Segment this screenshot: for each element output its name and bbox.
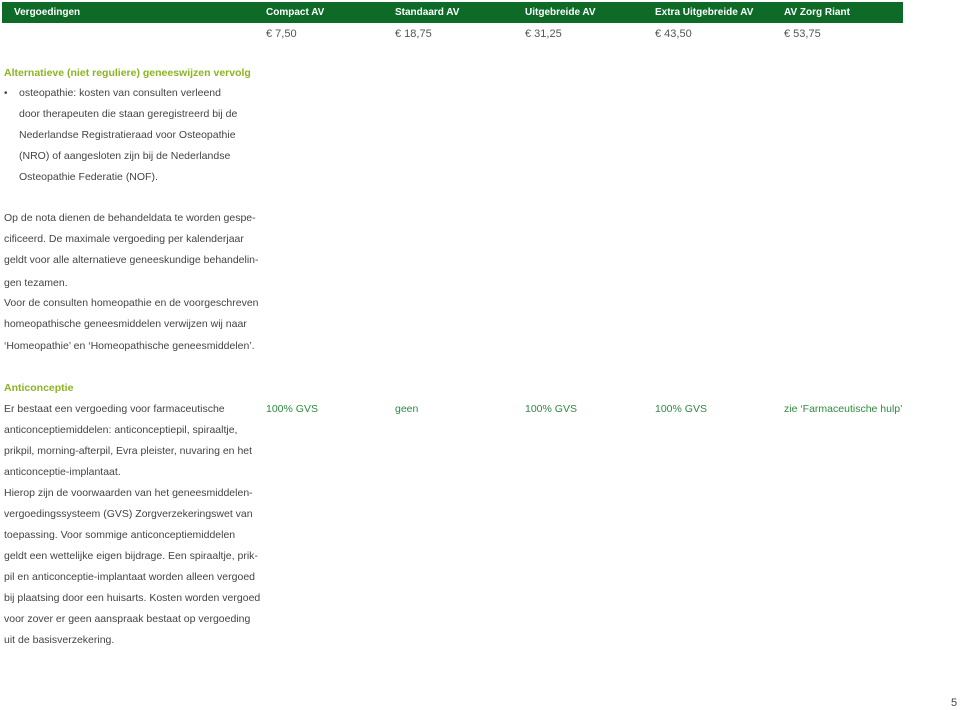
bullet-line: Osteopathie Federatie (NOF). — [19, 171, 158, 183]
paragraph-line: homeopathische geneesmiddelen verwijzen … — [4, 318, 247, 330]
anticonceptie-line: geldt een wettelijke eigen bijdrage. Een… — [4, 550, 258, 562]
price-uitgebreide-av: € 31,25 — [525, 28, 562, 40]
price-extra-uitgebreide-av: € 43,50 — [655, 28, 692, 40]
anticonceptie-line: prikpil, morning-afterpil, Evra pleister… — [4, 445, 253, 457]
section-title-anticonceptie: Anticonceptie — [4, 382, 74, 394]
header-av-zorg-riant: AV Zorg Riant — [784, 7, 850, 18]
anticonceptie-line: anticonceptiemiddelen: anticonceptiepil,… — [4, 424, 238, 436]
anticonceptie-line: Er bestaat een vergoeding voor farmaceut… — [4, 403, 225, 415]
header-uitgebreide-av: Uitgebreide AV — [525, 7, 596, 18]
bullet-line: door therapeuten die staan geregistreerd… — [19, 108, 238, 120]
anticonceptie-line: anticonceptie-implantaat. — [4, 466, 121, 478]
paragraph-line: cificeerd. De maximale vergoeding per ka… — [4, 233, 244, 245]
header-compact-av: Compact AV — [266, 7, 325, 18]
header-extra-uitgebreide-av: Extra Uitgebreide AV — [655, 7, 754, 18]
anticonceptie-line: vergoedingssysteem (GVS) Zorgverzekering… — [4, 508, 253, 520]
paragraph-line: Op de nota dienen de behandeldata te wor… — [4, 212, 256, 224]
price-av-zorg-riant: € 53,75 — [784, 28, 821, 40]
anticonceptie-line: Hierop zijn de voorwaarden van het genee… — [4, 487, 253, 499]
anticonceptie-line: pil en anticonceptie-implantaat worden a… — [4, 571, 255, 583]
price-compact-av: € 7,50 — [266, 28, 297, 40]
header-vergoedingen: Vergoedingen — [14, 7, 81, 18]
anticonceptie-line: toepassing. Voor sommige anticonceptiemi… — [4, 529, 236, 541]
anticonceptie-compact-av: 100% GVS — [266, 403, 318, 415]
anticonceptie-standaard-av: geen — [395, 403, 419, 415]
table-header-bar: Vergoedingen Compact AV Standaard AV Uit… — [2, 2, 903, 23]
paragraph-line: ‘Homeopathie’ en ‘Homeopathische geneesm… — [4, 340, 255, 352]
anticonceptie-line: voor zover er geen aanspraak bestaat op … — [4, 613, 251, 625]
page-number: 5 — [951, 697, 958, 709]
section-title-alternatieve-geneeswijzen: Alternatieve (niet reguliere) geneeswijz… — [4, 67, 251, 79]
bullet-icon: • — [4, 88, 8, 99]
bullet-line: osteopathie: kosten van consulten verlee… — [19, 87, 221, 99]
paragraph-line: gen tezamen. — [4, 277, 68, 289]
bullet-line: Nederlandse Registratieraad voor Osteopa… — [19, 129, 236, 141]
bullet-line: (NRO) of aangesloten zijn bij de Nederla… — [19, 150, 231, 162]
paragraph-line: geldt voor alle alternatieve geneeskundi… — [4, 254, 259, 266]
anticonceptie-line: uit de basisverzekering. — [4, 634, 115, 646]
price-standaard-av: € 18,75 — [395, 28, 432, 40]
header-standaard-av: Standaard AV — [395, 7, 460, 18]
paragraph-line: Voor de consulten homeopathie en de voor… — [4, 297, 259, 309]
anticonceptie-line: bij plaatsing door een huisarts. Kosten … — [4, 592, 261, 604]
anticonceptie-extra-uitgebreide-av: 100% GVS — [655, 403, 707, 415]
anticonceptie-av-zorg-riant: zie ‘Farmaceutische hulp’ — [784, 403, 903, 415]
anticonceptie-uitgebreide-av: 100% GVS — [525, 403, 577, 415]
